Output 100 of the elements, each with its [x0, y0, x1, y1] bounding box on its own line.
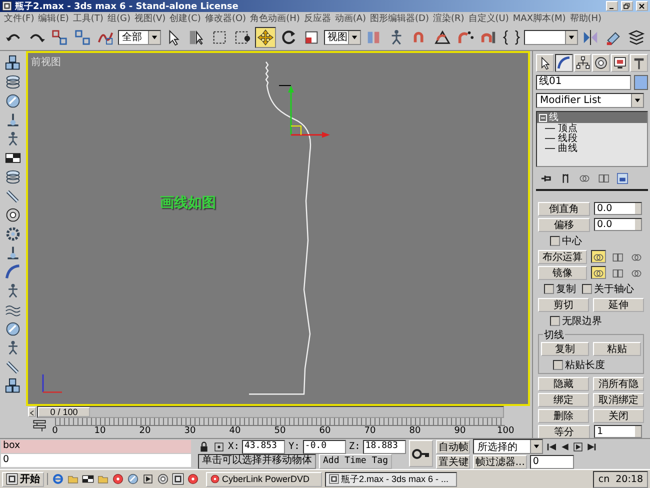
rollout-button[interactable]: 删除	[538, 408, 589, 422]
logo-icon[interactable]	[172, 473, 184, 485]
checkbox[interactable]: 复制	[544, 282, 576, 296]
language-indicator[interactable]: cn	[598, 474, 610, 484]
rollout-button[interactable]: 延伸	[593, 298, 644, 312]
minimize-button[interactable]	[606, 1, 618, 11]
wheel-icon[interactable]	[157, 473, 169, 485]
toggle-button[interactable]	[591, 250, 606, 263]
coordinate-field[interactable]: -0.0	[302, 440, 346, 454]
transform-gizmo-drawing[interactable]	[278, 85, 330, 138]
checkbox[interactable]: 粘贴长度	[553, 358, 605, 372]
modifier-list-dropdown[interactable]: Modifier List	[536, 93, 644, 108]
sphere-icon[interactable]	[127, 473, 139, 485]
taskbar-button[interactable]: CyberLink PowerDVD	[206, 472, 322, 486]
lock-icon[interactable]	[198, 440, 210, 452]
globe-icon[interactable]	[52, 473, 64, 485]
dropdown[interactable]: 视图	[324, 30, 361, 44]
coordinate-field[interactable]: 43.853	[242, 440, 286, 454]
checkbox[interactable]: 关于轴心	[582, 282, 634, 296]
stack-item[interactable]: 线	[537, 112, 647, 123]
stack-subitem[interactable]: 曲线	[537, 143, 647, 153]
menu-item[interactable]: 角色动画(H)	[248, 12, 302, 24]
spinner-field[interactable]: 0.0	[594, 218, 642, 231]
menu-item[interactable]: 图形编辑器(D)	[368, 12, 431, 24]
toggle-button[interactable]	[591, 266, 606, 279]
rollout-button[interactable]: 粘贴	[593, 342, 641, 356]
frame-field[interactable]: 0	[530, 454, 574, 468]
color-swatch[interactable]	[634, 75, 648, 90]
add-time-tag-button[interactable]: Add Time Tag	[319, 454, 392, 469]
key-filters-button[interactable]: 帧过滤器...	[473, 454, 527, 468]
move-tool[interactable]	[254, 26, 276, 48]
menu-item[interactable]: 动画(A)	[332, 12, 368, 24]
restore-button[interactable]	[621, 1, 633, 11]
dropdown[interactable]: 全部	[118, 30, 161, 44]
spinner-field[interactable]: 1	[594, 425, 642, 438]
time-ruler[interactable]: 0 10 20 30 40 50 60 70 80 90 100	[46, 418, 514, 438]
object-name-field[interactable]: 线01	[536, 75, 631, 90]
menu-item[interactable]: 组(G)	[105, 12, 132, 24]
rollout-button[interactable]: 剪切	[538, 298, 589, 312]
script-listener-output[interactable]: 0	[1, 454, 191, 467]
go-to-start-icon[interactable]	[546, 440, 558, 452]
rollout-button[interactable]: 消所有隐	[593, 376, 644, 390]
checker-icon[interactable]	[82, 473, 94, 485]
filter-icon[interactable]	[32, 418, 47, 433]
next-icon[interactable]	[585, 440, 598, 452]
rollout-button[interactable]: 偏移	[538, 218, 590, 232]
script-listener-input[interactable]: box	[1, 440, 191, 453]
close-button[interactable]	[636, 1, 648, 11]
cubes-icon[interactable]	[4, 54, 22, 72]
coordinate-field[interactable]: 18.883	[363, 440, 406, 454]
play-icon[interactable]	[572, 440, 584, 452]
menu-item[interactable]: 修改器(O)	[202, 12, 248, 24]
menu-item[interactable]: 视图(V)	[132, 12, 168, 24]
checkbox[interactable]: 无限边界	[550, 314, 602, 328]
stack-icon[interactable]	[4, 73, 22, 91]
sphere-icon[interactable]	[4, 92, 22, 110]
checkbox[interactable]: 中心	[550, 234, 582, 248]
rollout-button[interactable]: 布尔运算	[538, 250, 587, 264]
start-button[interactable]: 开始	[2, 472, 44, 486]
menu-item[interactable]: 创建(C)	[168, 12, 203, 24]
rollout-button[interactable]: 镜像	[538, 266, 587, 280]
auto-key-button[interactable]: 自动帧	[436, 440, 470, 454]
menu-item[interactable]: 文件(F)	[2, 12, 36, 24]
curve-icon[interactable]	[4, 263, 22, 281]
named-selection-dropdown[interactable]	[524, 30, 578, 44]
rollout-button[interactable]: 关闭	[593, 408, 644, 422]
play-icon[interactable]	[142, 473, 154, 485]
absolute-mode-icon[interactable]	[213, 440, 225, 452]
cubes-icon[interactable]	[4, 377, 22, 395]
stack-icon[interactable]	[4, 168, 22, 186]
menu-item[interactable]: 自定义(U)	[466, 12, 511, 24]
spinner-field[interactable]: 0.0	[594, 202, 642, 215]
collapse-icon[interactable]	[539, 114, 547, 122]
rollout-button[interactable]: 复制	[541, 342, 589, 356]
set-key-mode-button[interactable]: 置关键	[436, 454, 470, 468]
wheel-icon[interactable]	[4, 206, 22, 224]
rollout-button[interactable]: 倒直角	[538, 202, 590, 216]
stack-subitem[interactable]: 线段	[537, 133, 647, 143]
time-slider[interactable]: 0 / 100	[37, 406, 504, 418]
menu-item[interactable]: 工具(T)	[70, 12, 106, 24]
menu-item[interactable]: 反应器	[302, 12, 333, 24]
stack-subitem[interactable]: 顶点	[537, 123, 647, 133]
panel-tab[interactable]	[554, 54, 573, 72]
menu-item[interactable]: 帮助(H)	[568, 12, 604, 24]
prev-icon[interactable]	[559, 440, 572, 452]
disc-icon[interactable]	[112, 473, 124, 485]
rollout-button[interactable]: 取消绑定	[593, 392, 644, 406]
rollout-button[interactable]: 隐藏	[538, 376, 589, 390]
rollout-button[interactable]: 绑定	[538, 392, 589, 406]
key-dropdown[interactable]: 所选择的	[473, 439, 544, 454]
set-key-button[interactable]	[409, 440, 434, 467]
taskbar-button[interactable]: 瓶子2.max - 3ds max 6 - ...	[325, 472, 457, 486]
previous-frame-button[interactable]	[28, 407, 36, 417]
sphere-icon[interactable]	[4, 320, 22, 338]
configure-icon[interactable]	[616, 172, 629, 185]
menu-item[interactable]: 编辑(E)	[36, 12, 71, 24]
rollout-button[interactable]: 等分	[538, 424, 590, 438]
menu-item[interactable]: MAX脚本(M)	[510, 12, 568, 24]
time-slider-thumb[interactable]: 0 / 100	[38, 407, 90, 417]
disc-icon[interactable]	[187, 473, 199, 485]
